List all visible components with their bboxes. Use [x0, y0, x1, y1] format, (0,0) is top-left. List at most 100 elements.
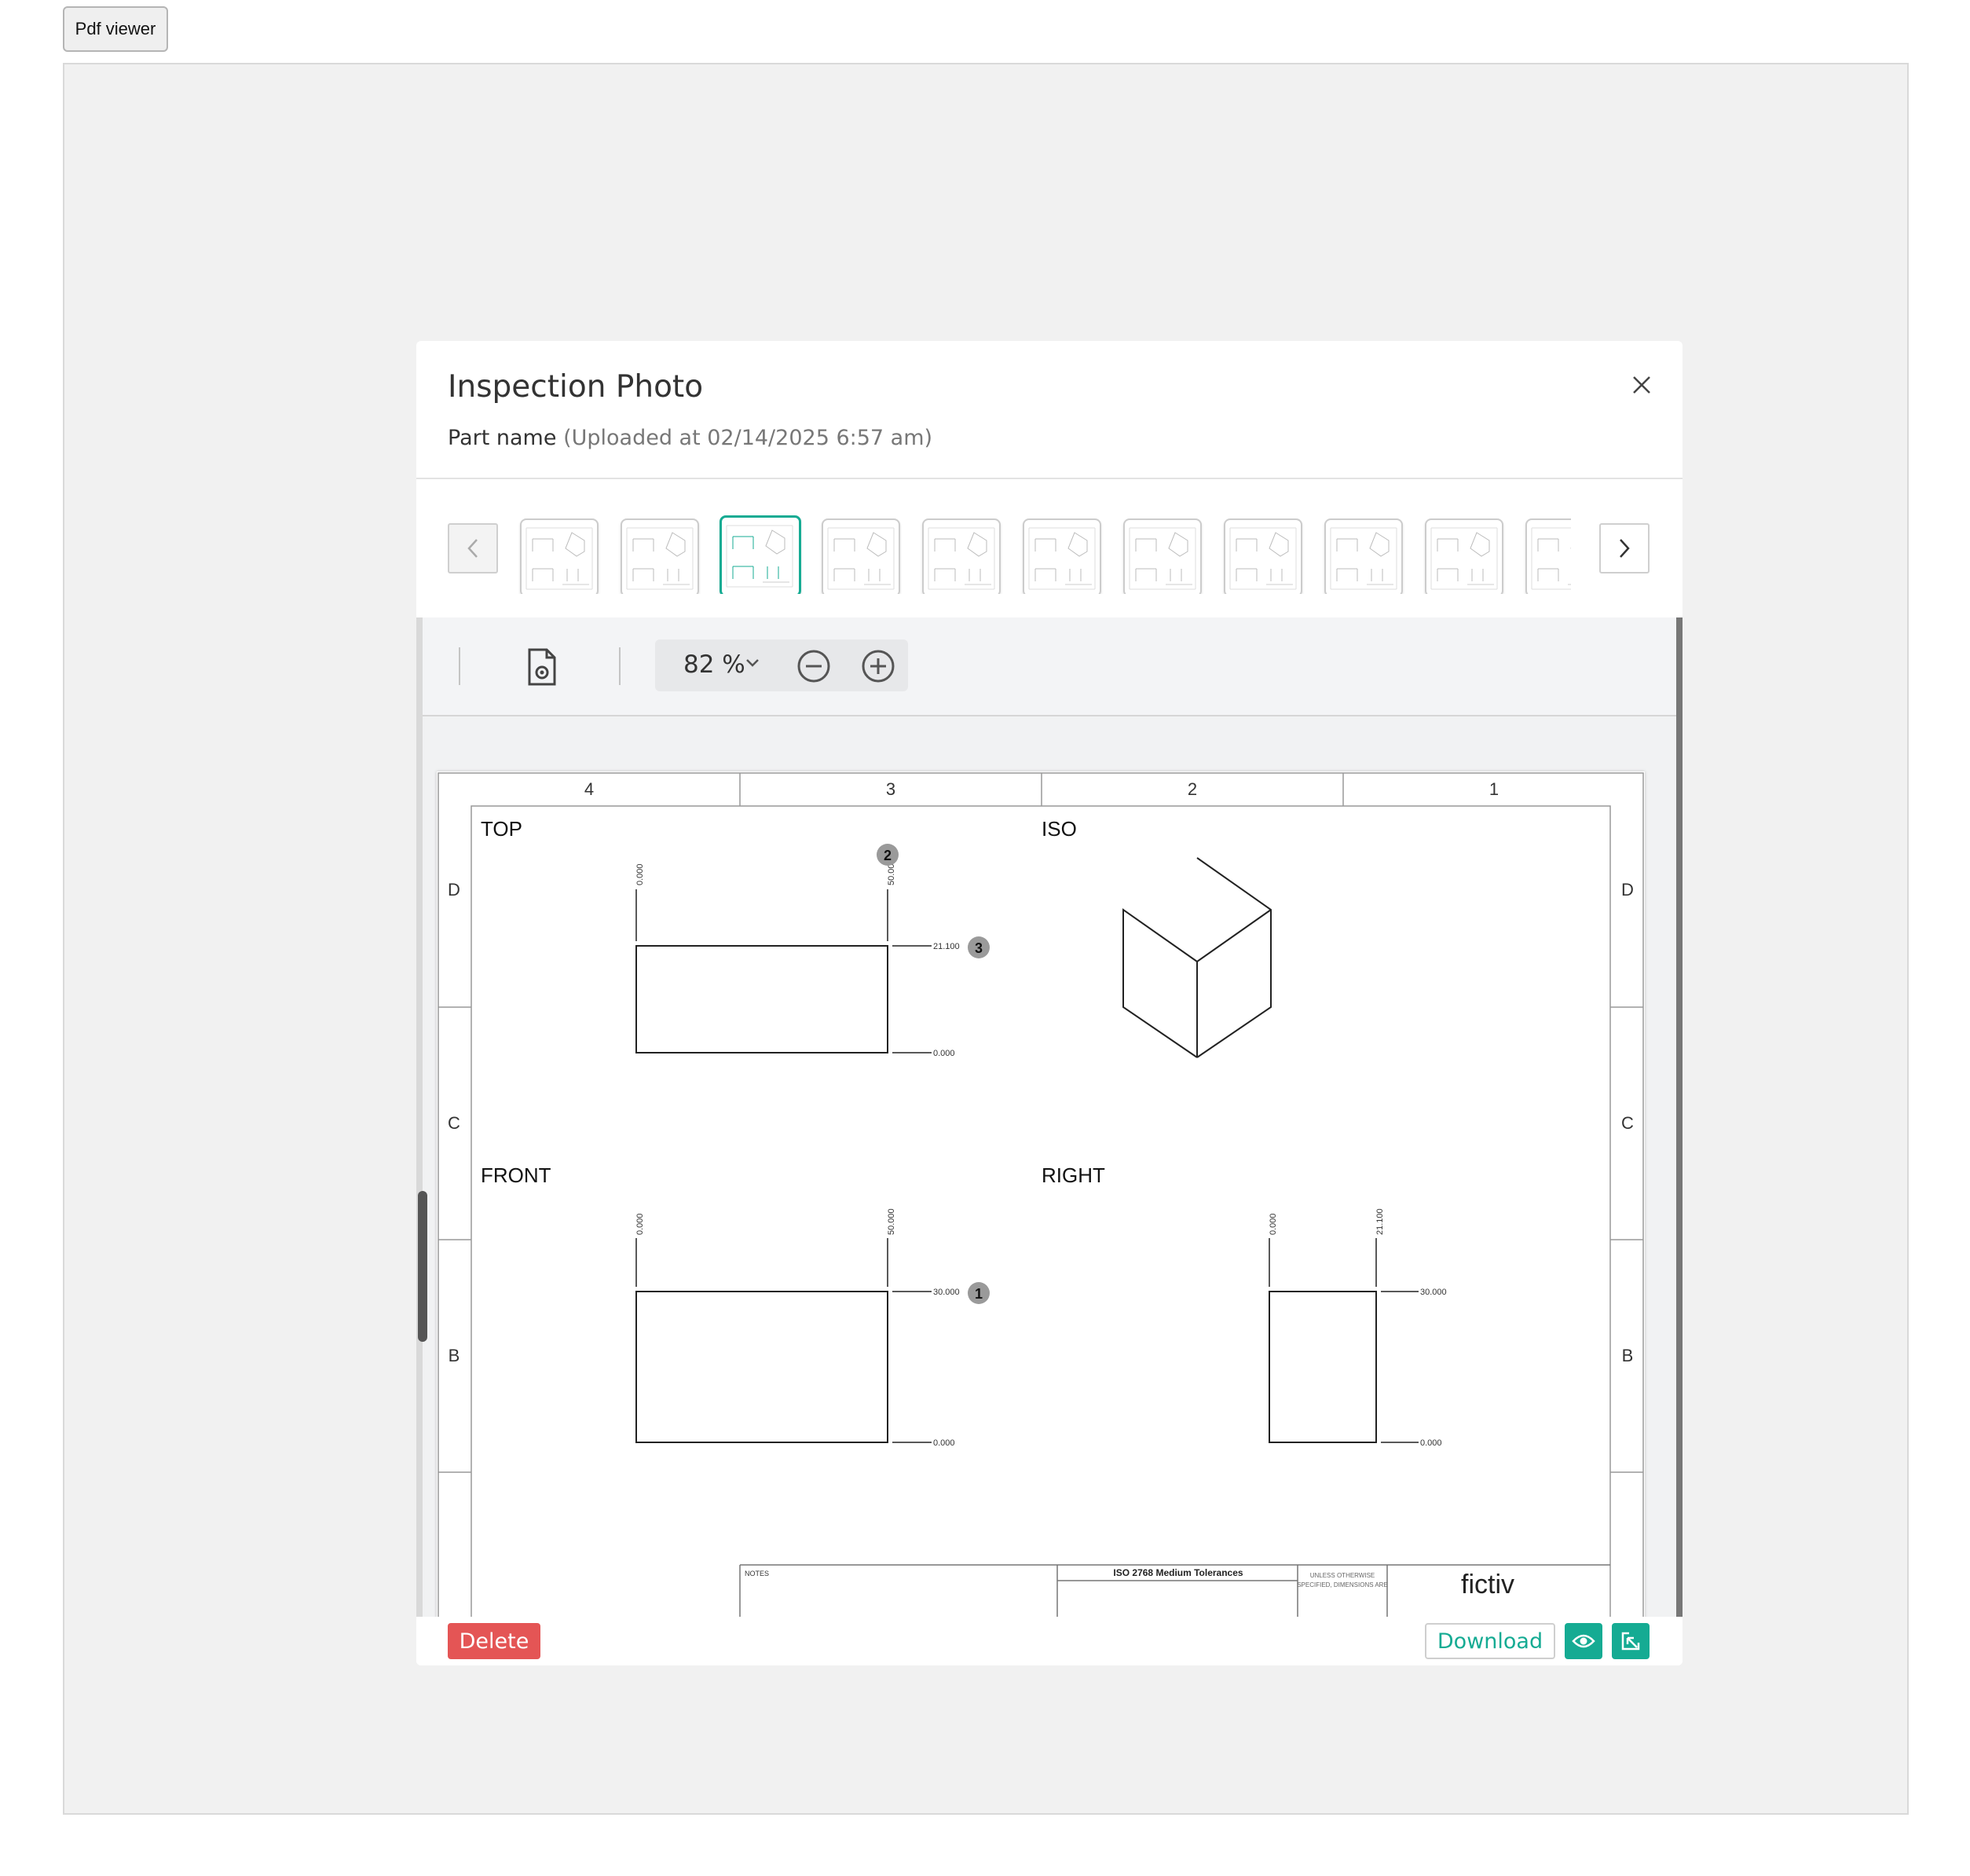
- fictiv-logo: fictiv: [1461, 1570, 1514, 1599]
- view-label-front: FRONT: [481, 1163, 551, 1187]
- chevron-down-icon[interactable]: [745, 654, 760, 673]
- modal-footer: Delete Download: [416, 1617, 1683, 1665]
- front-view: [635, 1238, 932, 1443]
- toolbar-separator: [459, 647, 460, 685]
- close-icon[interactable]: [1626, 369, 1657, 401]
- column-label: 4: [584, 779, 594, 799]
- drawing-thumbnail-icon: [928, 527, 995, 590]
- close-x-shape: [1633, 376, 1650, 394]
- dim-right-y1: 30.000: [1420, 1288, 1447, 1297]
- modal-subtitle: Part name (Uploaded at 02/14/2025 6:57 a…: [448, 426, 932, 450]
- thumbnail-strip: [518, 507, 1571, 594]
- engineering-drawing: 4 3 2 1 D C B D C B TOP ISO FRONT RIGHT …: [438, 772, 1644, 1617]
- header-divider: [416, 478, 1683, 479]
- row-label: B: [449, 1346, 460, 1365]
- row-label: C: [1621, 1113, 1634, 1133]
- dim-top-x0: 0.000: [635, 863, 645, 885]
- title-block-specified: SPECIFIED, DIMENSIONS ARE: [1297, 1581, 1388, 1588]
- row-label: D: [1621, 880, 1634, 900]
- top-view: [635, 889, 932, 1053]
- view-label-iso: ISO: [1042, 817, 1077, 841]
- upload-timestamp: (Uploaded at 02/14/2025 6:57 am): [563, 426, 933, 450]
- view-label-right: RIGHT: [1042, 1163, 1105, 1187]
- open-external-button[interactable]: [1612, 1623, 1650, 1659]
- drawing-thumbnail-icon: [827, 527, 895, 590]
- row-label: B: [1622, 1346, 1634, 1365]
- thumbnail[interactable]: [1324, 518, 1403, 594]
- document-gear-shape: [528, 648, 556, 686]
- drawing-thumbnail-icon: [525, 527, 593, 590]
- chevron-right-icon: [1620, 539, 1630, 558]
- title-block-unless: UNLESS OTHERWISE: [1310, 1572, 1375, 1579]
- drawing-thumbnail-icon: [726, 525, 793, 588]
- external-link-icon: [1621, 1632, 1640, 1651]
- inspection-photo-modal: Inspection Photo Part name (Uploaded at …: [416, 341, 1683, 1665]
- iso-view: [1122, 857, 1272, 1058]
- stage: Inspection Photo Part name (Uploaded at …: [63, 63, 1909, 1815]
- sheet-frame: [438, 772, 1644, 1617]
- preview-button[interactable]: [1565, 1623, 1602, 1659]
- dim-right-y0: 0.000: [1420, 1438, 1442, 1448]
- thumbnail[interactable]: [1123, 518, 1202, 594]
- zoom-controls: 82 %: [655, 639, 908, 691]
- thumbnail[interactable]: [1023, 518, 1101, 594]
- column-label: 2: [1188, 779, 1197, 799]
- part-name: Part name: [448, 426, 557, 450]
- zoom-in-icon[interactable]: [861, 649, 895, 683]
- thumbnail[interactable]: [822, 518, 900, 594]
- dim-front-y0: 0.000: [933, 1438, 955, 1448]
- zoom-out-icon[interactable]: [796, 649, 831, 683]
- dim-top-y0: 0.000: [933, 1049, 955, 1058]
- plus-circle-shape: [862, 650, 895, 683]
- title-block: NOTES ISO 2768 Medium Tolerances UNLESS …: [739, 1564, 1610, 1617]
- right-scrollbar[interactable]: [1676, 617, 1683, 1617]
- toolbar-separator: [619, 647, 621, 685]
- right-view: [1269, 1238, 1419, 1443]
- drawing-thumbnail-icon: [1229, 527, 1297, 590]
- thumbnail[interactable]: [1425, 518, 1503, 594]
- view-labels: TOP ISO FRONT RIGHT: [481, 817, 1105, 1187]
- thumbnail[interactable]: [922, 518, 1001, 594]
- row-label: C: [448, 1113, 460, 1133]
- drawing-thumbnail-icon: [1129, 527, 1196, 590]
- column-label: 1: [1489, 779, 1499, 799]
- pdf-viewer: 82 % 4 3 2 1 D C B D C B TOP ISO FRONT R…: [416, 617, 1683, 1617]
- pdf-page: 4 3 2 1 D C B D C B TOP ISO FRONT RIGHT …: [437, 771, 1645, 1617]
- modal-title: Inspection Photo: [448, 369, 704, 405]
- dim-front-y1: 30.000: [933, 1288, 960, 1297]
- title-block-notes: NOTES: [745, 1570, 769, 1577]
- download-button[interactable]: Download: [1425, 1623, 1555, 1659]
- scrollbar-handle[interactable]: [418, 1191, 427, 1342]
- thumbnail-prev-button[interactable]: [448, 523, 498, 573]
- thumbnail[interactable]: [1224, 518, 1302, 594]
- dim-top-y1: 21.100: [933, 942, 960, 951]
- thumbnail[interactable]: [1525, 518, 1571, 594]
- view-label-top: TOP: [481, 817, 522, 841]
- left-scrollbar-track: [416, 617, 423, 1617]
- dim-right-x1: 21.100: [1375, 1208, 1385, 1235]
- column-label: 3: [886, 779, 895, 799]
- chevron-down-shape: [746, 659, 759, 667]
- pdf-toolbar: 82 %: [423, 617, 1676, 716]
- front-view-dims: 0.000 50.000 30.000 0.000: [635, 1208, 960, 1448]
- balloon-1-label: 1: [975, 1286, 983, 1302]
- right-view-dims: 0.000 21.100 30.000 0.000: [1269, 1208, 1447, 1448]
- drawing-thumbnail-icon: [1330, 527, 1397, 590]
- balloon-2-label: 2: [884, 848, 892, 863]
- grid-labels: 4 3 2 1 D C B D C B: [448, 779, 1634, 1365]
- thumbnail[interactable]: [720, 515, 801, 594]
- drawing-thumbnail-icon: [626, 527, 694, 590]
- zoom-select[interactable]: 82 %: [683, 650, 745, 679]
- dim-front-x1: 50.000: [887, 1208, 896, 1235]
- thumbnail[interactable]: [621, 518, 699, 594]
- document-settings-icon[interactable]: [525, 647, 559, 687]
- thumbnail[interactable]: [520, 518, 599, 594]
- delete-button[interactable]: Delete: [448, 1623, 540, 1659]
- drawing-thumbnail-icon: [1028, 527, 1096, 590]
- drawing-thumbnail-icon: [1531, 527, 1571, 590]
- title-block-tolerances: ISO 2768 Medium Tolerances: [1113, 1567, 1243, 1578]
- dim-right-x0: 0.000: [1269, 1213, 1278, 1235]
- eye-icon: [1572, 1634, 1595, 1648]
- pdf-viewer-button[interactable]: Pdf viewer: [63, 6, 168, 52]
- thumbnail-next-button[interactable]: [1599, 523, 1650, 573]
